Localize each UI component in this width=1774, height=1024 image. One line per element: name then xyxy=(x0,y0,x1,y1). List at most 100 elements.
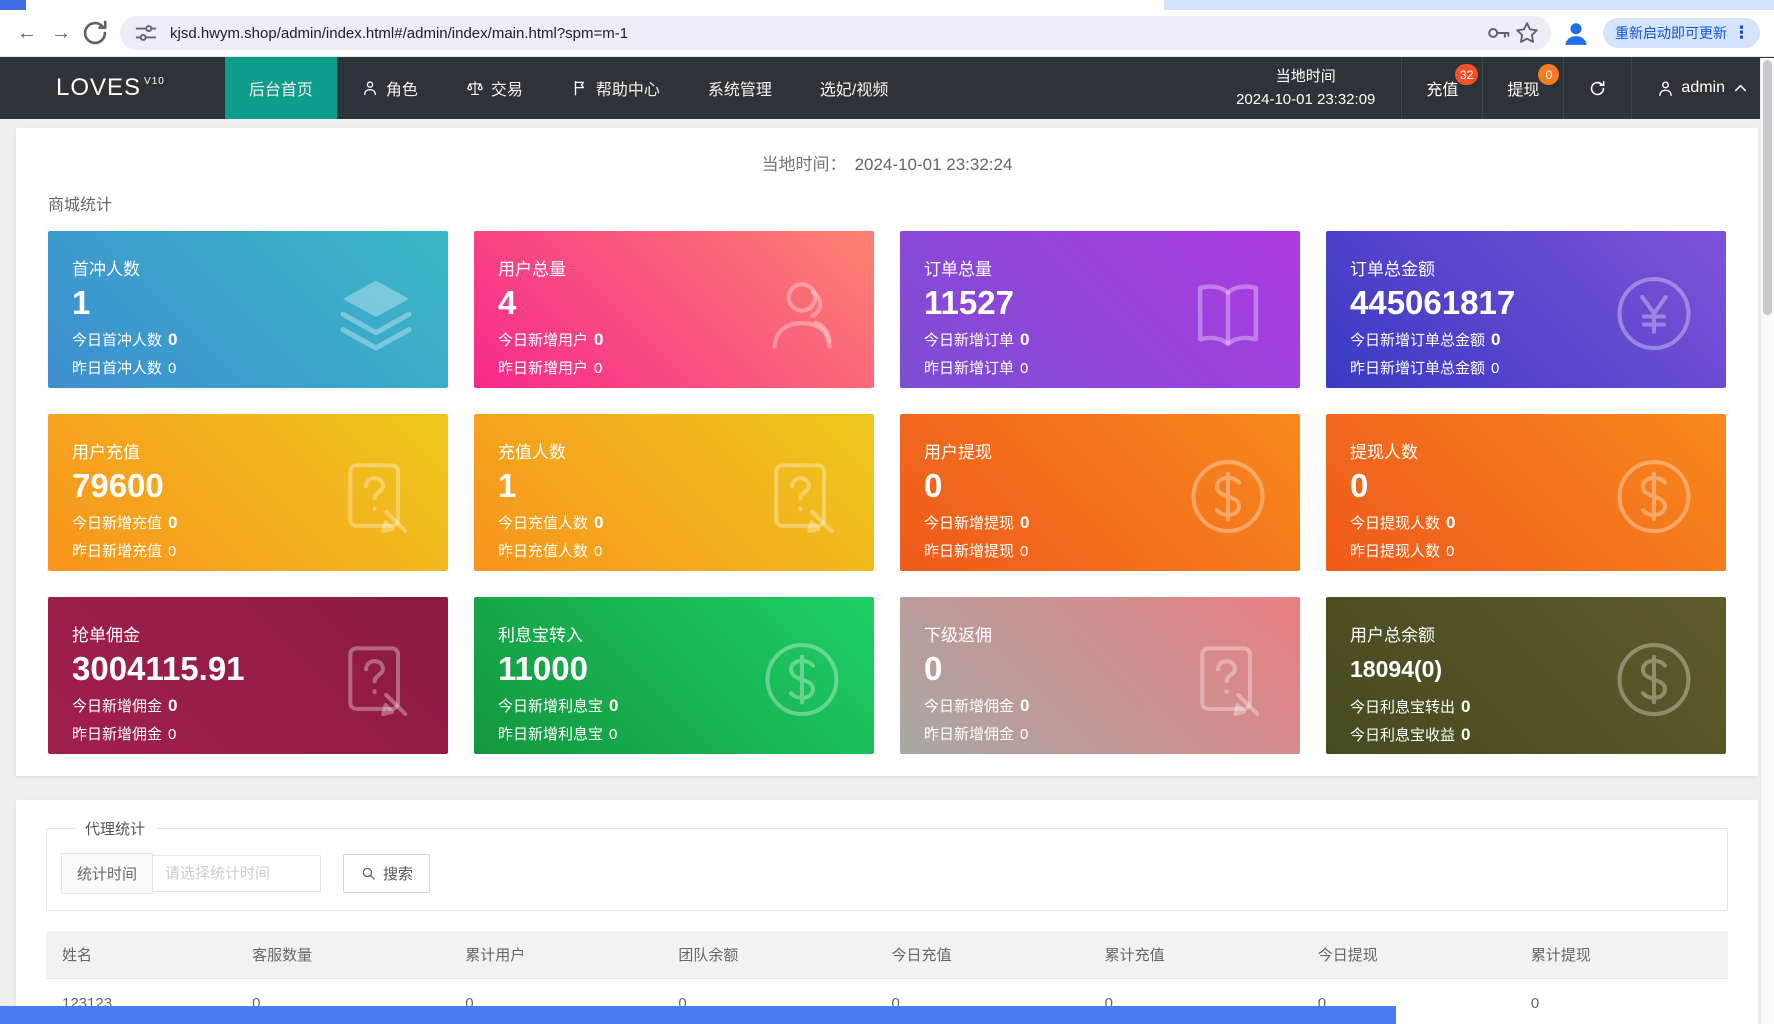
card-sub-label: 昨日提现人数 xyxy=(1350,542,1441,560)
card-sub-value: 0 xyxy=(594,542,603,560)
card-sub-value: 0 xyxy=(168,329,178,349)
recharge-button[interactable]: 充值 32 xyxy=(1401,57,1482,119)
card-sub-value: 0 xyxy=(1461,725,1471,745)
stat-card-interest-in: 利息宝转入 11000 今日新增利息宝 0 昨日新增利息宝 0 xyxy=(474,597,874,754)
dollar-circle-icon xyxy=(758,635,846,723)
stat-card-withdraw-users: 提现人数 0 今日提现人数 0 昨日提现人数 0 xyxy=(1326,414,1726,571)
app-navbar: LOVES V10 后台首页 角色 交易 帮助中心 系统管理 选妃/视频 当地时间… xyxy=(0,57,1774,119)
card-sub-value: 0 xyxy=(1020,695,1030,715)
card-sub-label: 今日利息宝收益 xyxy=(1350,727,1456,745)
col-header-total-users: 累计用户 xyxy=(449,931,663,979)
refresh-icon xyxy=(1588,79,1607,98)
search-icon xyxy=(360,865,377,882)
password-key-icon[interactable] xyxy=(1485,19,1513,47)
nav-item-system[interactable]: 系统管理 xyxy=(684,57,796,119)
card-sub-label: 今日新增佣金 xyxy=(72,697,163,715)
stat-card-user-recharge: 用户充值 79600 今日新增充值 0 昨日新增充值 0 xyxy=(48,414,448,571)
card-sub-label: 昨日首冲人数 xyxy=(72,359,163,377)
nav-item-label: 选妃/视频 xyxy=(819,82,889,99)
refresh-button[interactable] xyxy=(1563,57,1631,119)
recharge-badge: 32 xyxy=(1455,64,1479,85)
card-sub-value: 0 xyxy=(1446,542,1455,560)
local-time-label: 当地时间 xyxy=(1275,67,1336,85)
flag-icon xyxy=(571,79,589,97)
stat-card-total-orders: 订单总量 11527 今日新增订单 0 昨日新增订单 0 xyxy=(900,231,1300,388)
nav-item-trade[interactable]: 交易 xyxy=(442,57,547,119)
nav-item-video[interactable]: 选妃/视频 xyxy=(796,57,912,119)
user-menu[interactable]: admin xyxy=(1631,57,1774,119)
card-sub-label: 今日新增订单总金额 xyxy=(1350,331,1486,349)
dollar-circle-icon xyxy=(1610,452,1698,540)
card-sub-value: 0 xyxy=(168,695,178,715)
card-sub-value: 0 xyxy=(1446,512,1456,532)
col-header-team-balance: 团队余额 xyxy=(662,931,876,979)
scales-icon xyxy=(466,79,484,97)
book-icon xyxy=(1184,269,1272,357)
card-sub-label: 今日新增充值 xyxy=(72,514,163,532)
card-sub-label: 今日提现人数 xyxy=(1350,514,1441,532)
forward-button[interactable]: → xyxy=(44,16,78,50)
local-time-value: 2024-10-01 23:32:09 xyxy=(1236,91,1376,108)
card-sub-label: 今日利息宝转出 xyxy=(1350,699,1456,717)
agent-stats-fieldset: 代理统计 统计时间 搜索 xyxy=(46,818,1728,911)
agent-filter-row: 统计时间 搜索 xyxy=(61,853,1713,894)
withdraw-button[interactable]: 提现 0 xyxy=(1482,57,1563,119)
withdraw-label: 提现 xyxy=(1507,82,1540,99)
browser-toolbar: ← → kjsd.hwym.shop/admin/index.html#/adm… xyxy=(0,10,1774,57)
stats-section-title: 商城统计 xyxy=(48,197,113,214)
dollar-circle-icon xyxy=(1610,635,1698,723)
site-info-icon[interactable] xyxy=(132,19,160,47)
stat-card-recharge-users: 充值人数 1 今日充值人数 0 昨日充值人数 0 xyxy=(474,414,874,571)
card-sub-label: 昨日新增提现 xyxy=(924,542,1015,560)
stat-card-order-commission: 抢单佣金 3004115.91 今日新增佣金 0 昨日新增佣金 0 xyxy=(48,597,448,754)
card-sub-label: 昨日新增佣金 xyxy=(924,725,1015,743)
stat-card-total-users: 用户总量 4 今日新增用户 0 昨日新增用户 0 xyxy=(474,231,874,388)
card-sub-value: 0 xyxy=(609,695,619,715)
col-header-today-recharge: 今日充值 xyxy=(875,931,1089,979)
card-sub-label: 昨日新增佣金 xyxy=(72,725,163,743)
card-sub-label: 昨日新增用户 xyxy=(498,359,589,377)
profile-avatar[interactable] xyxy=(1559,16,1593,50)
search-button[interactable]: 搜索 xyxy=(343,854,431,893)
card-sub-value: 0 xyxy=(1020,512,1030,532)
navbar-right: 当地时间 2024-10-01 23:32:09 充值 32 提现 0 admi… xyxy=(1210,57,1774,119)
card-sub-value: 0 xyxy=(168,725,177,743)
username: admin xyxy=(1681,79,1725,96)
navbar-local-time: 当地时间 2024-10-01 23:32:09 xyxy=(1210,57,1401,119)
browser-update-button[interactable]: 重新启动即可更新 ⋮ xyxy=(1603,18,1760,48)
nav-item-help-center[interactable]: 帮助中心 xyxy=(547,57,684,119)
card-sub-label: 昨日新增利息宝 xyxy=(498,725,604,743)
url-text[interactable]: kjsd.hwym.shop/admin/index.html#/admin/i… xyxy=(170,25,1485,42)
back-button[interactable]: ← xyxy=(10,16,44,50)
browser-chrome: ← → kjsd.hwym.shop/admin/index.html#/adm… xyxy=(0,0,1774,57)
search-button-label: 搜索 xyxy=(383,866,414,883)
card-sub-label: 今日充值人数 xyxy=(498,514,589,532)
bookmark-star-icon[interactable] xyxy=(1513,19,1541,47)
active-tab-top[interactable] xyxy=(26,0,1164,10)
page-scrollbar[interactable] xyxy=(1760,58,1774,1024)
doc-question-icon xyxy=(758,452,846,540)
card-sub-label: 今日新增利息宝 xyxy=(498,697,604,715)
agent-stats-legend: 代理统计 xyxy=(85,821,146,838)
reload-button[interactable] xyxy=(78,16,112,50)
card-sub-value: 0 xyxy=(1491,329,1501,349)
agent-panel: 代理统计 统计时间 搜索 姓名 客服数量 累计用户 团队余额 今日充值 累计充值 xyxy=(16,800,1758,1024)
card-sub-value: 0 xyxy=(1461,697,1471,717)
card-sub-label: 昨日新增充值 xyxy=(72,542,163,560)
browser-menu-kebab-icon[interactable]: ⋮ xyxy=(1727,23,1756,43)
scrollbar-thumb[interactable] xyxy=(1763,60,1772,315)
bottom-blue-bar xyxy=(0,1006,1396,1024)
card-sub-label: 今日首冲人数 xyxy=(72,331,163,349)
stat-time-input[interactable] xyxy=(153,855,322,892)
card-sub-label: 今日新增用户 xyxy=(498,331,589,349)
nav-item-home[interactable]: 后台首页 xyxy=(224,57,337,119)
user-icon xyxy=(1656,79,1675,98)
nav-item-roles[interactable]: 角色 xyxy=(337,57,442,119)
stat-cards-grid: 首冲人数 1 今日首冲人数 0 昨日首冲人数 0 用户总量 4 今日新增用户 0 昨日… xyxy=(34,231,1740,754)
card-sub-label: 昨日充值人数 xyxy=(498,542,589,560)
card-sub-value: 0 xyxy=(168,512,178,532)
address-bar[interactable]: kjsd.hwym.shop/admin/index.html#/admin/i… xyxy=(120,16,1551,50)
doc-question-icon xyxy=(332,635,420,723)
card-sub-value: 0 xyxy=(594,512,604,532)
card-sub-value: 0 xyxy=(1491,359,1500,377)
